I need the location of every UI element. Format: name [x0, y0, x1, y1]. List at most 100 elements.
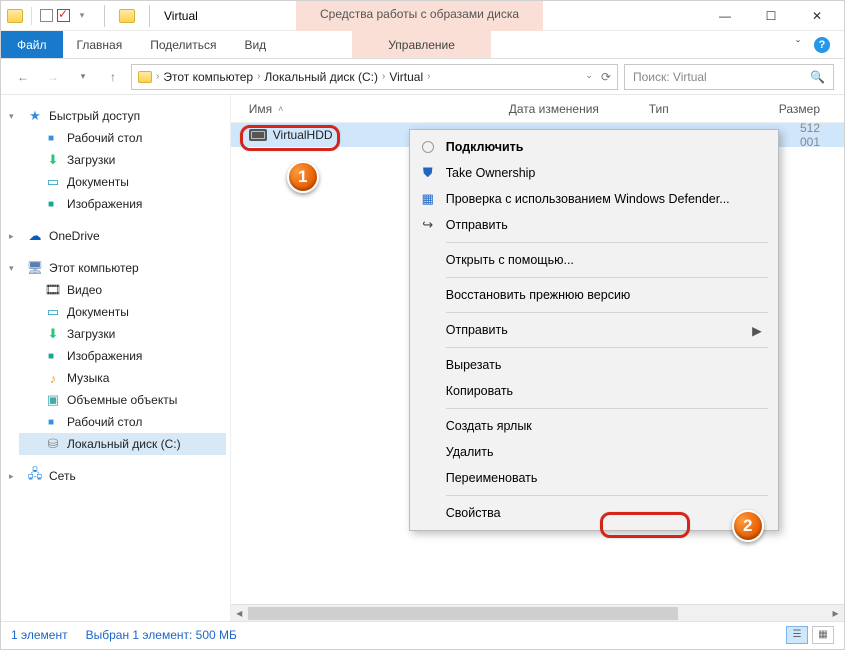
navigation-pane: ▾ ★ Быстрый доступ Рабочий стол ⬇ Загрузк… — [1, 95, 231, 621]
nav-back-button[interactable]: ← — [11, 65, 35, 89]
nav-label: Рабочий стол — [67, 415, 142, 429]
nav-label: OneDrive — [49, 229, 100, 243]
title-bar: ▾ Virtual Средства работы с образами дис… — [1, 1, 844, 31]
qat-prop-icon[interactable] — [40, 9, 53, 22]
nav-downloads[interactable]: ⬇Загрузки — [19, 149, 226, 171]
nav-desktop-pc[interactable]: Рабочий стол — [19, 411, 226, 433]
contextual-tab-header: Средства работы с образами диска — [296, 1, 543, 31]
nav-forward-button[interactable]: → — [41, 65, 65, 89]
nav-label: Музыка — [67, 371, 109, 385]
refresh-icon[interactable]: ⟳ — [601, 70, 611, 84]
col-type[interactable]: Тип — [649, 102, 779, 116]
expand-icon[interactable]: ▸ — [9, 471, 19, 482]
ctx-cut[interactable]: Вырезать — [412, 352, 776, 378]
nav-pictures-pc[interactable]: Изображения — [19, 345, 226, 367]
nav-desktop[interactable]: Рабочий стол — [19, 127, 226, 149]
col-size[interactable]: Размер — [779, 102, 844, 116]
annotation-marker-1: 1 — [287, 161, 319, 193]
qat-dropdown-icon[interactable]: ▾ — [74, 8, 90, 24]
help-icon[interactable]: ? — [814, 37, 830, 53]
collapse-icon[interactable]: ▾ — [9, 263, 19, 274]
disk-icon: ⛁ — [45, 436, 61, 452]
ctx-mount[interactable]: Подключить — [412, 134, 776, 160]
ctx-send-to[interactable]: Отправить▶ — [412, 317, 776, 343]
ctx-open-with[interactable]: Открыть с помощью... — [412, 247, 776, 273]
chevron-right-icon[interactable]: › — [427, 71, 430, 82]
nav-label: Загрузки — [67, 327, 115, 341]
window-folder-icon — [119, 9, 135, 23]
ctx-take-ownership[interactable]: ⛊Take Ownership — [412, 160, 776, 186]
ribbon-expand-icon[interactable]: ˇ — [796, 38, 800, 52]
breadcrumb-folder[interactable]: Virtual — [389, 70, 423, 84]
close-button[interactable]: ✕ — [794, 1, 840, 31]
music-icon: ♪ — [45, 370, 61, 386]
breadcrumb-pc[interactable]: Этот компьютер — [163, 70, 253, 84]
nav-onedrive[interactable]: ▸ ☁ OneDrive — [19, 225, 226, 247]
view-details-button[interactable]: ☰ — [786, 626, 808, 644]
window-title: Virtual — [164, 9, 198, 23]
view-large-icons-button[interactable]: ▦ — [812, 626, 834, 644]
address-bar-row: ← → ▾ ↑ › Этот компьютер › Локальный дис… — [1, 59, 844, 95]
horizontal-scrollbar[interactable]: ◂ ▸ — [231, 604, 844, 621]
nav-label: Объемные объекты — [67, 393, 177, 407]
mount-icon — [420, 139, 436, 155]
ctx-copy[interactable]: Копировать — [412, 378, 776, 404]
chevron-right-icon[interactable]: › — [382, 71, 385, 82]
expand-icon[interactable]: ▸ — [9, 231, 19, 242]
ribbon-file-tab[interactable]: Файл — [1, 31, 63, 58]
nav-quick-access[interactable]: ▾ ★ Быстрый доступ — [19, 105, 226, 127]
ribbon-tab-home[interactable]: Главная — [63, 31, 137, 58]
qat-check-icon[interactable] — [57, 9, 70, 22]
ctx-defender-scan[interactable]: ▦Проверка с использованием Windows Defen… — [412, 186, 776, 212]
context-menu: Подключить ⛊Take Ownership ▦Проверка с и… — [409, 129, 779, 531]
maximize-button[interactable]: ☐ — [748, 1, 794, 31]
nav-documents-pc[interactable]: ▭Документы — [19, 301, 226, 323]
downloads-icon: ⬇ — [45, 326, 61, 342]
nav-videos[interactable]: 🎞Видео — [19, 279, 226, 301]
chevron-right-icon[interactable]: › — [257, 71, 260, 82]
col-date[interactable]: Дата изменения — [509, 102, 649, 116]
nav-label: Видео — [67, 283, 102, 297]
scroll-thumb[interactable] — [248, 607, 678, 620]
ctx-delete[interactable]: Удалить — [412, 439, 776, 465]
ribbon-tab-manage[interactable]: Управление — [352, 31, 491, 58]
ribbon-tab-share[interactable]: Поделиться — [136, 31, 230, 58]
shield-icon: ⛊ — [420, 165, 436, 181]
nav-up-button[interactable]: ↑ — [101, 65, 125, 89]
nav-documents[interactable]: ▭Документы — [19, 171, 226, 193]
cube-icon: ▣ — [45, 392, 61, 408]
breadcrumb-disk[interactable]: Локальный диск (C:) — [264, 70, 378, 84]
nav-downloads-pc[interactable]: ⬇ Загрузки — [19, 323, 226, 345]
ctx-separator — [446, 277, 768, 278]
file-list-area: Имя˄ Дата изменения Тип Размер VirtualHD… — [231, 95, 844, 621]
nav-pictures[interactable]: Изображения — [19, 193, 226, 215]
documents-icon: ▭ — [45, 174, 61, 190]
chevron-right-icon[interactable]: › — [156, 71, 159, 82]
nav-recent-dropdown[interactable]: ▾ — [71, 65, 95, 89]
ctx-share[interactable]: ↪Отправить — [412, 212, 776, 238]
nav-local-disk-c[interactable]: ⛁Локальный диск (C:) — [19, 433, 226, 455]
search-input[interactable]: Поиск: Virtual 🔍 — [624, 64, 834, 90]
address-folder-icon — [138, 71, 152, 83]
documents-icon: ▭ — [45, 304, 61, 320]
address-bar[interactable]: › Этот компьютер › Локальный диск (C:) ›… — [131, 64, 618, 90]
nav-music[interactable]: ♪ Музыка — [19, 367, 226, 389]
ribbon-tab-view[interactable]: Вид — [230, 31, 280, 58]
scroll-right-icon[interactable]: ▸ — [827, 605, 844, 622]
pictures-icon — [45, 348, 61, 364]
scroll-left-icon[interactable]: ◂ — [231, 605, 248, 622]
ctx-create-shortcut[interactable]: Создать ярлык — [412, 413, 776, 439]
status-selection: Выбран 1 элемент: 500 МБ — [86, 628, 237, 642]
ctx-separator — [446, 408, 768, 409]
address-dropdown-icon[interactable]: ⌄ — [585, 70, 593, 84]
ctx-restore-previous[interactable]: Восстановить прежнюю версию — [412, 282, 776, 308]
minimize-button[interactable]: — — [702, 1, 748, 31]
nav-3dobjects[interactable]: ▣ Объемные объекты — [19, 389, 226, 411]
ctx-rename[interactable]: Переименовать — [412, 465, 776, 491]
nav-this-pc[interactable]: ▾ 🖥 Этот компьютер — [19, 257, 226, 279]
ctx-properties[interactable]: Свойства — [412, 500, 776, 526]
nav-network[interactable]: ▸ 🖧 Сеть — [19, 465, 226, 487]
onedrive-icon: ☁ — [27, 228, 43, 244]
col-name[interactable]: Имя˄ — [249, 102, 509, 116]
collapse-icon[interactable]: ▾ — [9, 111, 19, 122]
